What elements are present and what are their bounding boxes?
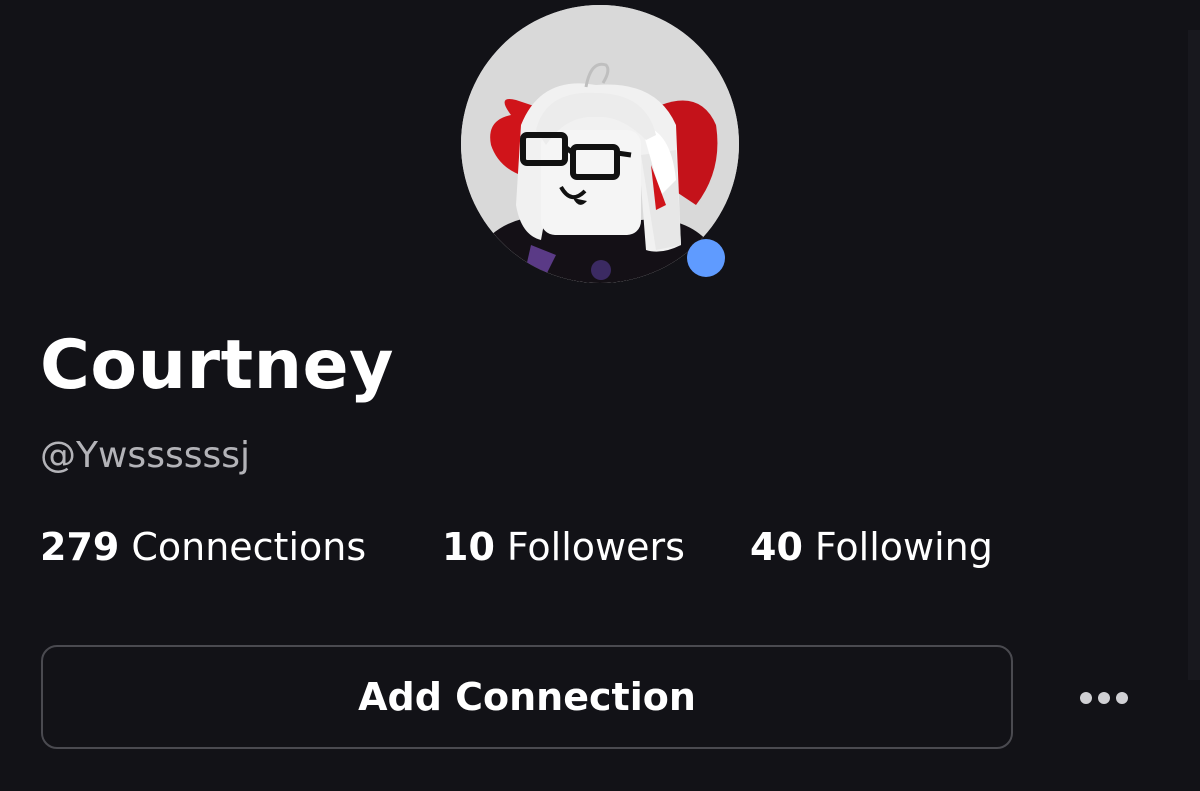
scrollbar-track[interactable] <box>1188 30 1200 680</box>
display-name: Courtney <box>40 326 394 405</box>
followers-stat[interactable]: 10 Followers <box>442 525 750 569</box>
more-options-button[interactable] <box>1072 682 1136 714</box>
followers-count: 10 <box>442 525 495 569</box>
following-stat[interactable]: 40 Following <box>750 525 993 569</box>
username: @Ywssssssj <box>40 435 250 476</box>
following-count: 40 <box>750 525 803 569</box>
profile-stats: 279 Connections 10 Followers 40 Followin… <box>40 522 993 572</box>
ellipsis-icon <box>1098 692 1110 704</box>
ellipsis-icon <box>1116 692 1128 704</box>
connections-stat[interactable]: 279 Connections <box>40 525 442 569</box>
connections-label: Connections <box>131 525 367 569</box>
following-label: Following <box>814 525 993 569</box>
online-status-dot <box>687 239 725 277</box>
followers-label: Followers <box>506 525 685 569</box>
avatar-container[interactable] <box>461 5 739 283</box>
ellipsis-icon <box>1080 692 1092 704</box>
add-connection-button[interactable]: Add Connection <box>41 645 1013 749</box>
connections-count: 279 <box>40 525 120 569</box>
